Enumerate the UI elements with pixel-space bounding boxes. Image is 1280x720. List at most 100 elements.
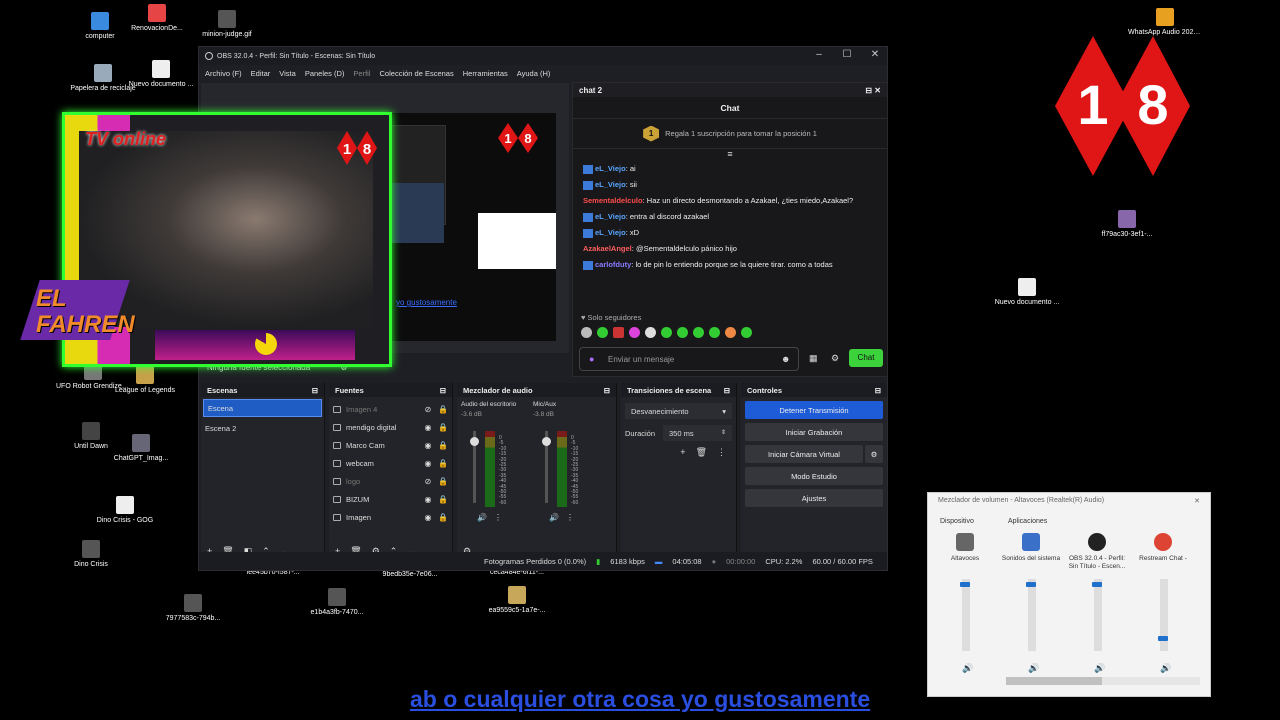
source-item[interactable]: logo ⊘ 🔒 — [329, 472, 452, 490]
desktop-icon[interactable]: League of Legends — [108, 366, 182, 395]
volume-fader[interactable] — [470, 431, 479, 503]
desktop-icon[interactable]: e1b4a3fb-7470... — [300, 588, 374, 617]
close-icon[interactable]: ✕ — [1194, 497, 1200, 507]
stop-stream-button[interactable]: Detener Transmisión — [745, 401, 883, 419]
source-item[interactable]: webcam ◉ 🔒 — [329, 454, 452, 472]
visibility-icon[interactable]: ◉ — [423, 459, 433, 468]
collapse-icon[interactable]: ≡ — [573, 149, 887, 161]
volume-slider-thumb[interactable] — [1026, 582, 1036, 587]
channel-menu-icon[interactable]: ⋮ — [566, 513, 574, 522]
visibility-icon[interactable]: ⊘ — [423, 405, 433, 414]
volume-slider-thumb[interactable] — [960, 582, 970, 587]
transition-menu-icon[interactable]: ⋮ — [717, 447, 726, 458]
dock-menu-icon[interactable]: ⊟ — [312, 386, 318, 395]
menu-item[interactable]: Paneles (D) — [305, 69, 345, 78]
menu-item[interactable]: Perfil — [353, 69, 370, 78]
chat-username[interactable]: eL_Viejo — [595, 164, 626, 173]
visibility-icon[interactable]: ◉ — [423, 513, 433, 522]
desktop-icon[interactable]: WhatsApp Audio 2025-02-28 at 2... — [1128, 8, 1202, 37]
volume-slider[interactable] — [960, 579, 970, 651]
dock-menu-icon[interactable]: ⊟ — [604, 386, 610, 395]
volume-slider[interactable] — [1158, 579, 1168, 651]
speaker-icon[interactable]: 🔊 — [477, 513, 487, 522]
desktop-icon[interactable]: Dino Crisis — [54, 540, 128, 569]
source-item[interactable]: Imagen 4 ⊘ 🔒 — [329, 400, 452, 418]
volume-slider-thumb[interactable] — [1158, 636, 1168, 641]
menu-item[interactable]: Archivo (F) — [205, 69, 242, 78]
chat-username[interactable]: AzakaelAngel — [583, 244, 632, 253]
lock-icon[interactable]: 🔒 — [438, 513, 448, 522]
desktop-icon[interactable]: Dino Crisis - GOG — [88, 496, 162, 525]
speaker-icon[interactable]: 🔊 — [1094, 663, 1105, 674]
add-transition-icon[interactable]: + — [680, 447, 685, 458]
speaker-icon[interactable]: 🔊 — [1028, 663, 1039, 674]
volume-slider-thumb[interactable] — [1092, 582, 1102, 587]
desktop-icon[interactable]: Nuevo documento ... — [990, 278, 1064, 307]
source-item[interactable]: Marco Cam ◉ 🔒 — [329, 436, 452, 454]
menu-item[interactable]: Herramientas — [463, 69, 508, 78]
minimize-button[interactable]: – — [805, 49, 833, 60]
close-button[interactable]: ✕ — [861, 49, 889, 60]
menu-item[interactable]: Ayuda (H) — [517, 69, 551, 78]
volume-slider[interactable] — [1026, 579, 1036, 651]
chat-dock-controls[interactable]: ⊟ ✕ — [865, 86, 881, 95]
stepper-icon[interactable]: ⇕ — [721, 429, 726, 437]
visibility-icon[interactable]: ◉ — [423, 423, 433, 432]
lock-icon[interactable]: 🔒 — [438, 459, 448, 468]
chat-username[interactable]: carlofduty — [595, 260, 631, 269]
chat-message-input[interactable]: Enviar un mensaje — [579, 347, 799, 371]
desktop-icon[interactable]: Nuevo documento ... — [124, 60, 198, 89]
chat-username[interactable]: Sementaldelculo — [583, 196, 643, 205]
visibility-icon[interactable]: ◉ — [423, 495, 433, 504]
start-recording-button[interactable]: Iniciar Grabación — [745, 423, 883, 441]
emote-picker-icon[interactable]: ☻ — [781, 354, 790, 364]
speaker-icon[interactable]: 🔊 — [1160, 663, 1171, 674]
desktop-icon[interactable]: minion-judge.gif — [190, 10, 264, 39]
settings-button[interactable]: Ajustes — [745, 489, 883, 507]
lock-icon[interactable]: 🔒 — [438, 477, 448, 486]
lock-icon[interactable]: 🔒 — [438, 441, 448, 450]
dock-menu-icon[interactable]: ⊟ — [440, 386, 446, 395]
visibility-icon[interactable]: ◉ — [423, 441, 433, 450]
source-item[interactable]: BIZUM ◉ 🔒 — [329, 490, 452, 508]
desktop-icon[interactable]: RenovacionDe... — [120, 4, 194, 33]
gift-banner[interactable]: 1 Regala 1 suscripción para tomar la pos… — [573, 119, 887, 149]
store-icon[interactable]: ▦ — [809, 353, 818, 364]
dock-menu-icon[interactable]: ⊟ — [875, 386, 881, 395]
channel-menu-icon[interactable]: ⋮ — [494, 513, 502, 522]
desktop-icon[interactable]: 7977583c-794b... — [156, 594, 230, 623]
chat-send-button[interactable]: Chat — [849, 349, 883, 367]
desktop-icon[interactable]: ChatGPT_Imag... — [104, 434, 178, 463]
menu-item[interactable]: Colección de Escenas — [380, 69, 454, 78]
chat-settings-icon[interactable]: ⚙ — [831, 353, 839, 364]
virtual-camera-gear-icon[interactable]: ⚙ — [865, 445, 883, 463]
lock-icon[interactable]: 🔒 — [438, 405, 448, 414]
desktop-icon[interactable]: ff79ac30-3ef1-... — [1090, 210, 1164, 239]
speaker-icon[interactable]: 🔊 — [962, 663, 973, 674]
maximize-button[interactable]: ☐ — [833, 49, 861, 60]
visibility-icon[interactable]: ⊘ — [423, 477, 433, 486]
chat-username[interactable]: eL_Viejo — [595, 180, 626, 189]
lock-icon[interactable]: 🔒 — [438, 495, 448, 504]
source-item[interactable]: mendigo digital ◉ 🔒 — [329, 418, 452, 436]
desktop-icon[interactable]: ea9559c5-1a7e-... — [480, 586, 554, 615]
lock-icon[interactable]: 🔒 — [438, 423, 448, 432]
speaker-icon[interactable]: 🔊 — [549, 513, 559, 522]
remove-transition-icon[interactable]: 🗑 — [696, 447, 707, 458]
horizontal-scrollbar[interactable] — [1006, 677, 1200, 685]
duration-input[interactable]: 350 ms ⇕ — [663, 425, 732, 441]
menu-item[interactable]: Editar — [251, 69, 271, 78]
dock-menu-icon[interactable]: ⊟ — [724, 386, 730, 395]
studio-mode-button[interactable]: Modo Estudio — [745, 467, 883, 485]
scene-item[interactable]: Escena 2 — [201, 419, 324, 437]
transition-select[interactable]: Desvanecimiento ▾ — [625, 403, 732, 419]
mic-icon[interactable]: ● — [589, 354, 594, 364]
source-item[interactable]: Imagen ◉ 🔒 — [329, 508, 452, 526]
start-virtual-camera-button[interactable]: Iniciar Cámara Virtual — [745, 445, 863, 463]
volume-fader[interactable] — [542, 431, 551, 503]
volume-slider[interactable] — [1092, 579, 1102, 651]
scene-item[interactable]: Escena — [203, 399, 322, 417]
chat-username[interactable]: eL_Viejo — [595, 212, 626, 221]
chat-username[interactable]: eL_Viejo — [595, 228, 626, 237]
menu-item[interactable]: Vista — [279, 69, 296, 78]
